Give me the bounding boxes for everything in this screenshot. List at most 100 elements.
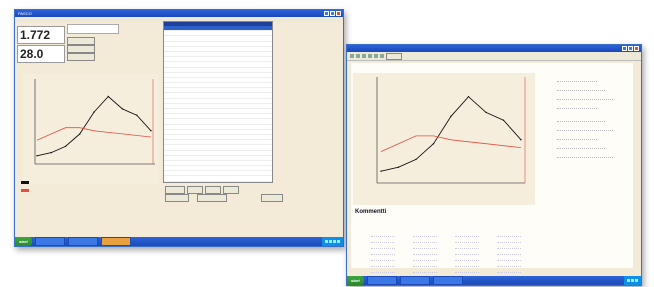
table-cell (218, 171, 236, 175)
table-cell (200, 114, 218, 118)
taskbar-item[interactable] (399, 276, 430, 285)
report-toolbar (347, 52, 641, 61)
maximize-button[interactable] (330, 11, 335, 16)
table-cell (182, 83, 200, 87)
table-cell (182, 125, 200, 129)
table-button-4[interactable] (223, 186, 239, 194)
toolbar-icon[interactable] (374, 54, 378, 58)
report-window: Kommentti start (346, 44, 642, 286)
table-cell (254, 125, 272, 129)
main-window: PASCO 1.772 28.0 start (14, 9, 344, 247)
table-cell (200, 42, 218, 46)
taskbar-1: start (15, 237, 343, 246)
start-button[interactable]: start (15, 237, 32, 246)
table-cell (254, 62, 272, 66)
legend-swatch-black (21, 181, 29, 184)
table-button-2[interactable] (187, 186, 203, 194)
data-table[interactable] (163, 21, 273, 183)
side-button-1[interactable] (67, 37, 95, 45)
info-line (557, 149, 613, 158)
table-cell (200, 47, 218, 51)
table-cell (182, 57, 200, 61)
sensor-select[interactable] (67, 24, 119, 34)
table-cell (200, 88, 218, 92)
table-cell (164, 26, 182, 30)
table-cell (164, 119, 182, 123)
bottom-button-3[interactable] (261, 194, 283, 202)
table-cell (164, 83, 182, 87)
table-cell (254, 99, 272, 103)
table-button-1[interactable] (165, 186, 185, 194)
readout-value-2: 28.0 (20, 47, 44, 61)
maximize-button[interactable] (628, 46, 633, 51)
minimize-button[interactable] (622, 46, 627, 51)
comment-cell (413, 267, 437, 273)
table-cell (254, 36, 272, 40)
table-cell (218, 31, 236, 35)
data-point (432, 143, 435, 145)
system-tray (322, 237, 343, 246)
table-cell (182, 42, 200, 46)
toolbar-icon[interactable] (362, 54, 366, 58)
toolbar-icon[interactable] (368, 54, 372, 58)
start-button-2[interactable]: start (347, 276, 364, 285)
taskbar-item[interactable] (100, 237, 131, 246)
side-button-2[interactable] (67, 45, 95, 53)
taskbar-item[interactable] (366, 276, 397, 285)
minimize-button[interactable] (324, 11, 329, 16)
data-point (64, 145, 67, 148)
table-cell (236, 176, 254, 180)
info-line (557, 109, 605, 122)
table-cell (236, 135, 254, 139)
table-cell (236, 151, 254, 155)
table-cell (218, 42, 236, 46)
table-cell (218, 88, 236, 92)
table-cell (254, 52, 272, 56)
table-row[interactable] (164, 182, 272, 183)
report-titlebar (347, 45, 641, 52)
taskbar-item[interactable] (34, 237, 65, 246)
table-cell (236, 68, 254, 72)
table-cell (182, 104, 200, 108)
table-cell (254, 83, 272, 87)
taskbar-item[interactable] (432, 276, 463, 285)
table-cell (236, 62, 254, 66)
table-cell (218, 93, 236, 97)
table-cell (200, 119, 218, 123)
close-button[interactable] (336, 11, 341, 16)
toolbar-button[interactable] (386, 52, 402, 60)
toolbar-icon[interactable] (356, 54, 360, 58)
bottom-button-2[interactable] (197, 194, 227, 202)
side-button-3[interactable] (67, 53, 95, 61)
table-cell (254, 68, 272, 72)
digit-display-2: 28.0 (17, 45, 65, 63)
table-button-3[interactable] (205, 186, 221, 194)
table-cell (200, 31, 218, 35)
close-button[interactable] (634, 46, 639, 51)
table-cell (236, 145, 254, 149)
table-cell (200, 135, 218, 139)
table-cell (218, 83, 236, 87)
main-window-titlebar: PASCO (15, 10, 343, 17)
table-cell (254, 156, 272, 160)
table-cell (236, 114, 254, 118)
taskbar-item[interactable] (67, 237, 98, 246)
table-cell (200, 57, 218, 61)
table-cell (254, 151, 272, 155)
data-point (79, 133, 81, 135)
main-window-title: PASCO (18, 11, 32, 16)
table-cell (218, 36, 236, 40)
table-cell (164, 156, 182, 160)
table-cell (236, 104, 254, 108)
table-cell (182, 140, 200, 144)
bottom-button-1[interactable] (165, 194, 189, 202)
table-cell (182, 156, 200, 160)
table-cell (254, 93, 272, 97)
table-cell (182, 31, 200, 35)
table-cell (200, 68, 218, 72)
table-cell (200, 171, 218, 175)
table-cell (164, 88, 182, 92)
data-point (520, 139, 522, 141)
toolbar-icon[interactable] (380, 54, 384, 58)
toolbar-icon[interactable] (350, 54, 354, 58)
